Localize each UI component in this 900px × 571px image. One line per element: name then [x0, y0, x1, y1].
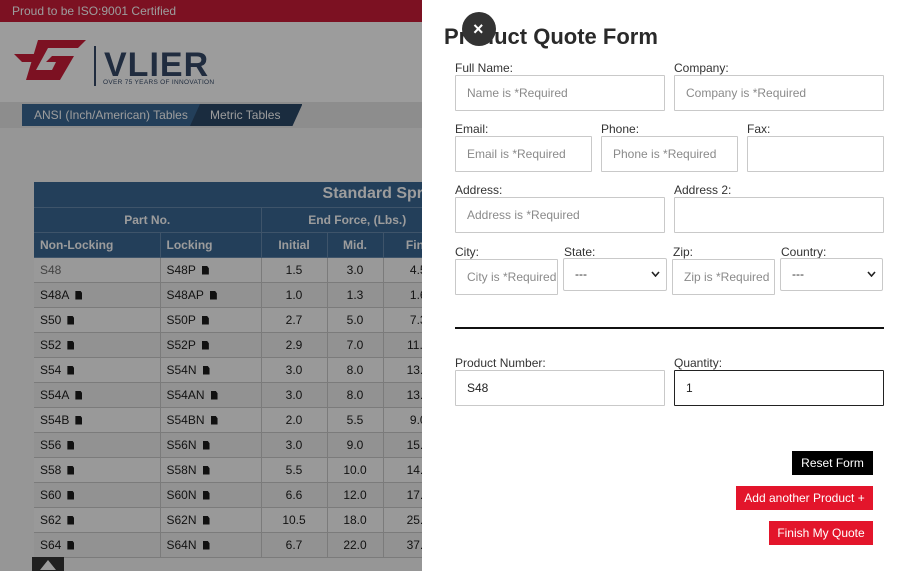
close-button[interactable]: ×: [462, 12, 496, 46]
phone-input[interactable]: [601, 136, 738, 172]
zip-input[interactable]: [672, 259, 775, 295]
product-number-input[interactable]: [455, 370, 665, 406]
quantity-label: Quantity:: [674, 356, 723, 370]
fax-input[interactable]: [747, 136, 884, 172]
reset-form-button[interactable]: Reset Form: [792, 451, 873, 475]
modal-backdrop[interactable]: [0, 0, 422, 571]
finish-quote-button[interactable]: Finish My Quote: [769, 521, 873, 545]
chevron-down-icon: [867, 271, 876, 277]
add-product-button[interactable]: Add another Product +: [736, 486, 873, 510]
zip-label: Zip:: [673, 245, 694, 259]
country-select[interactable]: ---: [780, 258, 883, 291]
address-label: Address:: [455, 183, 503, 197]
country-label: Country:: [781, 245, 827, 259]
address2-label: Address 2:: [674, 183, 732, 197]
state-select-value: ---: [575, 267, 587, 281]
phone-label: Phone:: [601, 122, 640, 136]
city-label: City:: [455, 245, 479, 259]
form-divider: [455, 327, 884, 329]
address2-input[interactable]: [674, 197, 884, 233]
email-label: Email:: [455, 122, 489, 136]
state-select[interactable]: ---: [563, 258, 667, 291]
fax-label: Fax:: [747, 122, 771, 136]
city-input[interactable]: [455, 259, 558, 295]
state-label: State:: [564, 245, 596, 259]
company-input[interactable]: [674, 75, 884, 111]
product-number-label: Product Number:: [455, 356, 546, 370]
chevron-down-icon: [651, 271, 660, 277]
quantity-input[interactable]: [674, 370, 884, 406]
country-select-value: ---: [792, 267, 804, 281]
email-input[interactable]: [455, 136, 592, 172]
address-input[interactable]: [455, 197, 665, 233]
full-name-input[interactable]: [455, 75, 665, 111]
company-label: Company:: [674, 61, 729, 75]
full-name-label: Full Name:: [455, 61, 514, 75]
